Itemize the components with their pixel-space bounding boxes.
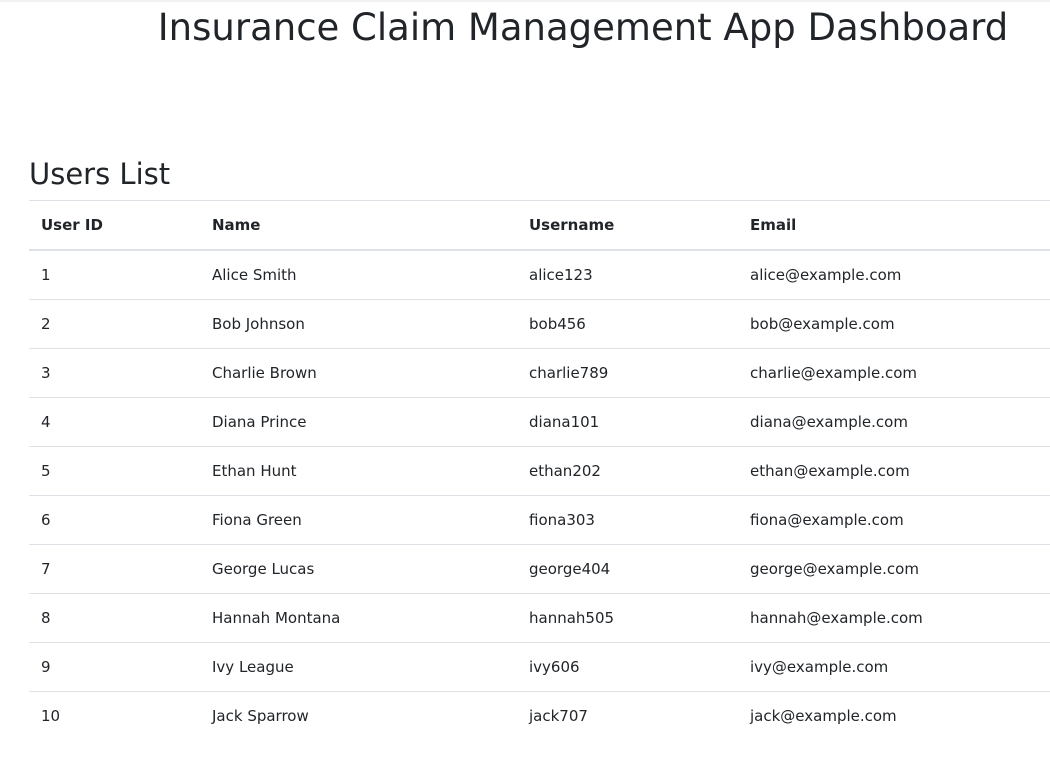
table-row: 7 George Lucas george404 george@example.… — [29, 544, 1050, 594]
name-cell: Bob Johnson — [200, 299, 517, 349]
table-row: 5 Ethan Hunt ethan202 ethan@example.com — [29, 446, 1050, 496]
window-top-edge — [0, 0, 1050, 2]
user-id-cell: 1 — [29, 250, 200, 300]
username-cell: ivy606 — [517, 642, 738, 692]
email-cell: jack@example.com — [750, 707, 897, 725]
table-row: 8 Hannah Montana hannah505 hannah@exampl… — [29, 593, 1050, 643]
table-row: 6 Fiona Green fiona303 fiona@example.com — [29, 495, 1050, 545]
name-cell: Charlie Brown — [200, 348, 517, 398]
user-id-cell: 5 — [29, 446, 200, 496]
user-id-cell: 9 — [29, 642, 200, 692]
username-cell: charlie789 — [517, 348, 738, 398]
name-cell: Fiona Green — [200, 495, 517, 545]
name-cell: Ivy League — [200, 642, 517, 692]
users-list-heading: Users List — [29, 157, 171, 191]
header-row: User ID Name Username Email — [29, 200, 1050, 251]
column-header-email: Email — [738, 200, 1050, 251]
name-cell: Hannah Montana — [200, 593, 517, 643]
table-row: 9 Ivy League ivy606 ivy@example.com — [29, 642, 1050, 692]
email-cell: diana@example.com — [738, 397, 1050, 447]
table-row: 3 Charlie Brown charlie789 charlie@examp… — [29, 348, 1050, 398]
username-cell: jack707 — [529, 707, 588, 725]
user-id-cell: 6 — [29, 495, 200, 545]
name-cell: Alice Smith — [200, 250, 517, 300]
users-table-body: 1 Alice Smith alice123 alice@example.com… — [29, 250, 1050, 740]
email-cell: fiona@example.com — [738, 495, 1050, 545]
user-id-cell: 7 — [29, 544, 200, 594]
users-table: User ID Name Username Email 1 Alice Smit… — [29, 200, 1050, 740]
username-cell: ethan202 — [517, 446, 738, 496]
user-id-cell: 10 — [41, 707, 61, 725]
user-id-cell: 2 — [29, 299, 200, 349]
name-cell: Diana Prince — [200, 397, 517, 447]
table-row: 1 Alice Smith alice123 alice@example.com — [29, 250, 1050, 300]
email-cell: bob@example.com — [738, 299, 1050, 349]
column-header-user-id: User ID — [29, 200, 200, 251]
email-cell: hannah@example.com — [738, 593, 1050, 643]
email-cell: ethan@example.com — [738, 446, 1050, 496]
username-cell: diana101 — [517, 397, 738, 447]
name-cell: Ethan Hunt — [200, 446, 517, 496]
user-id-cell: 8 — [29, 593, 200, 643]
email-cell: george@example.com — [738, 544, 1050, 594]
users-table-header: User ID Name Username Email — [29, 200, 1050, 251]
table-row: 2 Bob Johnson bob456 bob@example.com — [29, 299, 1050, 349]
username-cell: hannah505 — [517, 593, 738, 643]
user-id-cell: 4 — [29, 397, 200, 447]
name-cell: George Lucas — [200, 544, 517, 594]
table-row: 4 Diana Prince diana101 diana@example.co… — [29, 397, 1050, 447]
name-cell: Jack Sparrow — [212, 707, 309, 725]
email-cell: alice@example.com — [738, 250, 1050, 300]
table-row: 10 Jack Sparrow jack707 jack@example.com — [29, 692, 1050, 741]
username-cell: alice123 — [517, 250, 738, 300]
email-cell: ivy@example.com — [738, 642, 1050, 692]
column-header-username: Username — [517, 200, 738, 251]
page-title: Insurance Claim Management App Dashboard — [157, 6, 1009, 49]
username-cell: george404 — [517, 544, 738, 594]
user-id-cell: 3 — [29, 348, 200, 398]
username-cell: fiona303 — [517, 495, 738, 545]
email-cell: charlie@example.com — [738, 348, 1050, 398]
column-header-name: Name — [200, 200, 517, 251]
username-cell: bob456 — [517, 299, 738, 349]
